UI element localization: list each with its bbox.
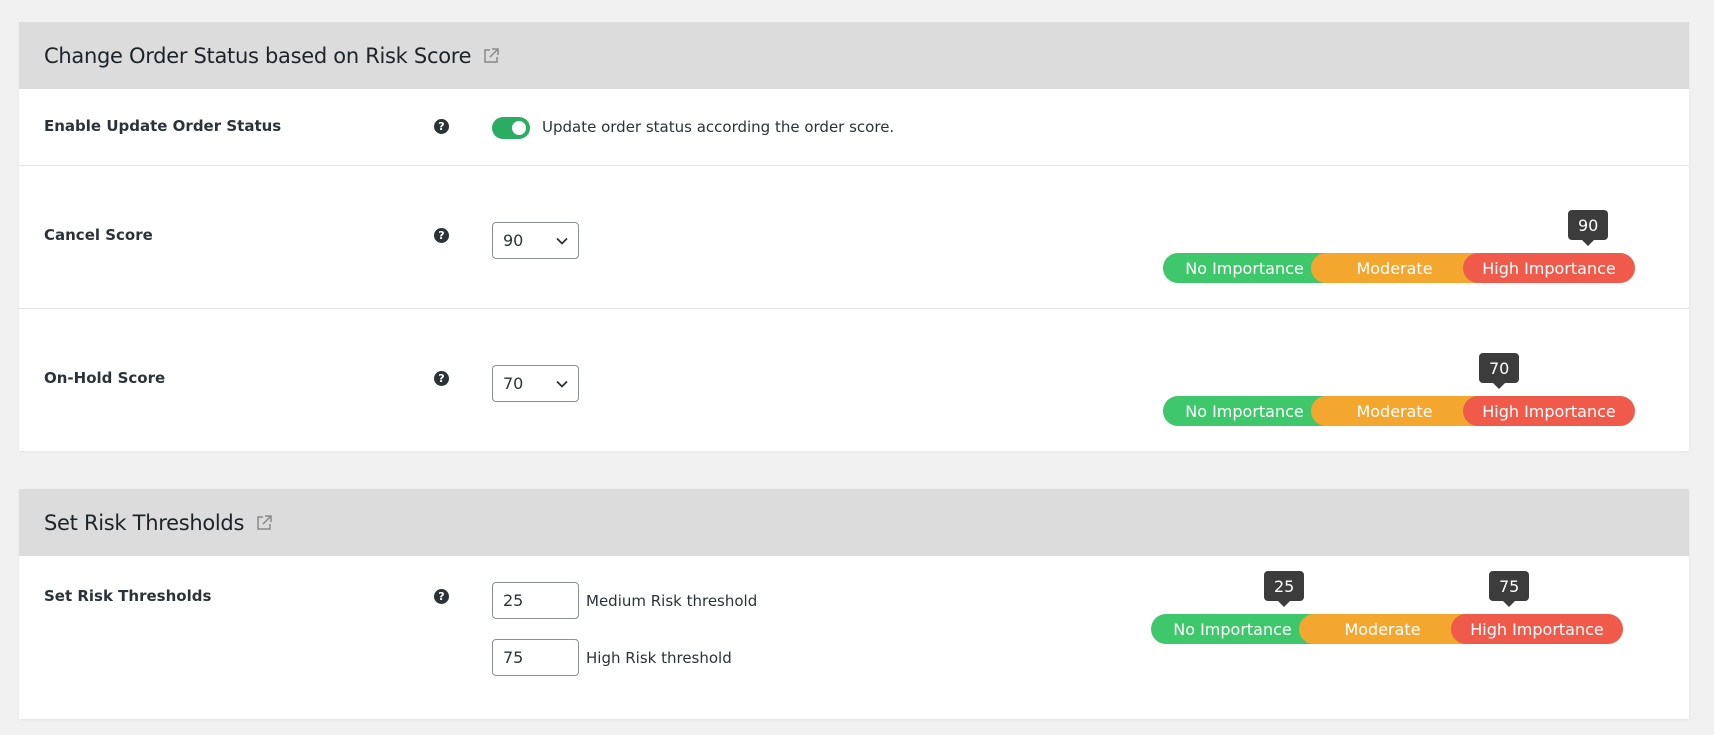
medium-threshold-tooltip: 25 [1264, 571, 1305, 607]
high-importance-segment: High Importance [1451, 614, 1623, 644]
card-header: Change Order Status based on Risk Score [19, 22, 1689, 89]
importance-bar: No Importance Moderate High Importance [1163, 396, 1635, 426]
cancel-score-tooltip: 90 [1568, 210, 1609, 246]
help-icon[interactable]: ? [434, 371, 449, 386]
medium-risk-label: Medium Risk threshold [586, 592, 758, 610]
onhold-score-select[interactable]: 70 [492, 365, 579, 402]
importance-bar: No Importance Moderate High Importance [1151, 614, 1623, 644]
high-risk-label: High Risk threshold [586, 649, 732, 667]
onhold-score-value: 70 [503, 374, 524, 393]
no-importance-segment: No Importance [1151, 614, 1314, 644]
external-link-icon[interactable] [482, 47, 500, 65]
help-icon[interactable]: ? [434, 228, 449, 243]
enable-update-label: Enable Update Order Status [44, 117, 282, 135]
onhold-score-label: On-Hold Score [44, 369, 166, 387]
moderate-segment: Moderate [1311, 253, 1478, 283]
cancel-score-label: Cancel Score [44, 226, 153, 244]
importance-bar: No Importance Moderate High Importance [1163, 253, 1635, 283]
toggle-description: Update order status according the order … [542, 118, 895, 136]
medium-risk-input[interactable]: 25 [492, 582, 579, 619]
card-header: Set Risk Thresholds [19, 489, 1689, 556]
chevron-down-icon [556, 237, 568, 245]
enable-update-row: Enable Update Order Status ? Update orde… [19, 89, 1689, 166]
onhold-score-row: On-Hold Score ? 70 70 No Importance Mode… [19, 309, 1689, 451]
no-importance-segment: No Importance [1163, 253, 1326, 283]
help-icon[interactable]: ? [434, 119, 449, 134]
help-icon[interactable]: ? [434, 589, 449, 604]
cancel-score-select[interactable]: 90 [492, 222, 579, 259]
moderate-segment: Moderate [1299, 614, 1466, 644]
risk-thresholds-label: Set Risk Thresholds [44, 587, 212, 605]
chevron-down-icon [556, 380, 568, 388]
onhold-score-tooltip: 70 [1479, 353, 1520, 389]
high-threshold-tooltip: 75 [1489, 571, 1530, 607]
medium-risk-value: 25 [503, 591, 524, 610]
high-importance-segment: High Importance [1463, 396, 1635, 426]
cancel-score-row: Cancel Score ? 90 90 No Importance Moder… [19, 166, 1689, 309]
high-risk-value: 75 [503, 648, 524, 667]
no-importance-segment: No Importance [1163, 396, 1326, 426]
section-title: Set Risk Thresholds [44, 510, 245, 535]
high-importance-segment: High Importance [1463, 253, 1635, 283]
high-risk-input[interactable]: 75 [492, 639, 579, 676]
moderate-segment: Moderate [1311, 396, 1478, 426]
enable-update-toggle[interactable] [492, 117, 530, 139]
order-status-card: Change Order Status based on Risk Score … [19, 22, 1689, 451]
cancel-score-value: 90 [503, 231, 524, 250]
risk-thresholds-card: Set Risk Thresholds Set Risk Thresholds … [19, 489, 1689, 719]
risk-thresholds-row: Set Risk Thresholds ? 25 Medium Risk thr… [19, 556, 1689, 719]
external-link-icon[interactable] [255, 514, 273, 532]
section-title: Change Order Status based on Risk Score [44, 43, 472, 68]
